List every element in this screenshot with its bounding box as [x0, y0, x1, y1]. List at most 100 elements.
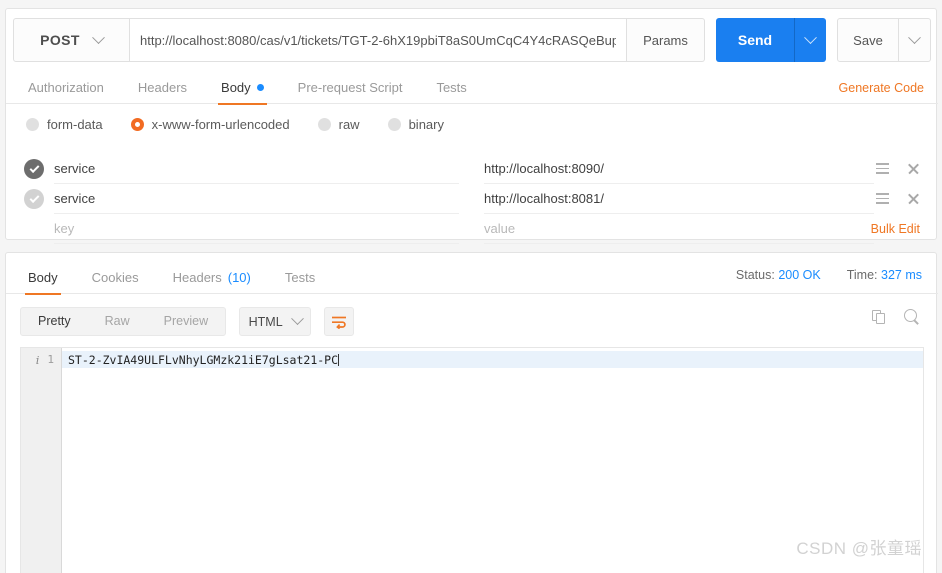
delete-row-icon[interactable]	[907, 162, 920, 175]
response-panel: Body Cookies Headers (10) Tests Status: …	[5, 252, 938, 573]
tab-headers[interactable]: Headers	[121, 71, 204, 104]
response-actions	[872, 309, 920, 325]
response-tab-cookies[interactable]: Cookies	[75, 261, 156, 294]
bulk-edit-link[interactable]: Bulk Edit	[871, 222, 920, 236]
send-button-group: Send	[716, 18, 826, 62]
value-placeholder: value	[484, 221, 516, 236]
send-button[interactable]: Send	[716, 18, 794, 62]
generate-code-link[interactable]: Generate Code	[839, 81, 924, 95]
row-actions	[876, 184, 920, 213]
params-button[interactable]: Params	[627, 18, 705, 62]
chevron-down-icon	[290, 312, 304, 326]
watermark: CSDN @张童瑶	[796, 539, 922, 558]
body-type-label: raw	[338, 117, 360, 132]
save-button[interactable]: Save	[837, 18, 899, 62]
postman-window: POST http://localhost:8080/cas/v1/ticket…	[0, 0, 942, 573]
chevron-down-icon	[91, 30, 105, 44]
row-actions	[876, 154, 920, 183]
tab-label: Authorization	[28, 79, 104, 95]
response-tab-headers[interactable]: Headers (10)	[156, 261, 268, 294]
body-type-label: binary	[408, 117, 444, 132]
radio-icon	[317, 118, 331, 131]
line-number: 1	[47, 353, 54, 366]
tab-label: Headers	[137, 79, 188, 95]
tab-authorization[interactable]: Authorization	[11, 71, 121, 104]
tab-tests[interactable]: Tests	[419, 71, 483, 104]
value-value: http://localhost:8090/	[484, 161, 604, 176]
view-mode-group: Pretty Raw Preview	[20, 307, 227, 336]
headers-count-badge: (10)	[227, 269, 251, 285]
status-indicator: Status: 200 OK	[736, 268, 821, 282]
row-menu-icon[interactable]	[876, 193, 889, 204]
http-method-selector[interactable]: POST	[13, 18, 130, 62]
view-mode-pretty[interactable]: Pretty	[21, 308, 88, 335]
delete-row-icon[interactable]	[907, 192, 920, 205]
tab-pre-request-script[interactable]: Pre-request Script	[281, 71, 420, 104]
view-mode-raw[interactable]: Raw	[88, 308, 147, 335]
tab-label: Body	[221, 79, 251, 95]
chevron-down-icon	[908, 30, 921, 44]
value-input[interactable]: value	[484, 215, 874, 244]
time-value: 327 ms	[881, 268, 922, 282]
table-row: service http://localhost:8081/	[24, 184, 920, 214]
url-bar: POST http://localhost:8080/cas/v1/ticket…	[13, 18, 931, 62]
code-line: ST-2-ZvIA49ULFLvNhyLGMzk21iE7gLsat21-PC	[62, 351, 923, 368]
key-input[interactable]: key	[54, 215, 459, 244]
response-tab-tests[interactable]: Tests	[268, 261, 332, 294]
key-input[interactable]: service	[54, 185, 459, 214]
search-icon[interactable]	[904, 309, 920, 325]
response-body-text: ST-2-ZvIA49ULFLvNhyLGMzk21iE7gLsat21-PC	[68, 352, 339, 367]
send-options-button[interactable]	[794, 18, 826, 62]
body-type-form-data[interactable]: form-data	[26, 117, 103, 132]
request-panel: POST http://localhost:8080/cas/v1/ticket…	[5, 8, 938, 244]
row-enabled-checkbox-placeholder[interactable]	[24, 219, 44, 239]
view-mode-preview[interactable]: Preview	[147, 308, 225, 335]
http-method-label: POST	[40, 32, 80, 48]
tab-label: Body	[28, 269, 58, 285]
save-button-group: Save	[837, 18, 931, 62]
response-format-label: HTML	[248, 314, 283, 329]
word-wrap-toggle[interactable]	[324, 307, 355, 336]
gutter-row: i 1	[21, 351, 61, 368]
info-icon[interactable]: i	[36, 353, 40, 367]
response-meta: Status: 200 OK Time: 327 ms	[736, 268, 922, 282]
table-row-empty: key value Bulk Edit	[24, 214, 920, 244]
response-tab-body[interactable]: Body	[11, 261, 75, 295]
url-input[interactable]: http://localhost:8080/cas/v1/tickets/TGT…	[130, 18, 627, 62]
tab-label: Cookies	[91, 269, 139, 285]
body-type-urlencoded[interactable]: x-www-form-urlencoded	[130, 117, 290, 132]
row-enabled-checkbox[interactable]	[24, 159, 44, 179]
time-indicator: Time: 327 ms	[847, 268, 922, 282]
response-body-content[interactable]: ST-2-ZvIA49ULFLvNhyLGMzk21iE7gLsat21-PC	[62, 348, 923, 573]
key-value: service	[54, 161, 96, 176]
response-format-selector[interactable]: HTML	[239, 307, 312, 336]
body-type-raw[interactable]: raw	[317, 117, 360, 132]
value-input[interactable]: http://localhost:8081/	[484, 185, 874, 214]
tab-label: Pre-request Script	[297, 79, 403, 95]
save-options-button[interactable]	[899, 18, 931, 62]
body-type-label: form-data	[47, 117, 103, 132]
key-input[interactable]: service	[54, 155, 459, 184]
body-modified-dot-icon	[256, 83, 264, 91]
status-label: Status:	[735, 268, 775, 282]
radio-selected-icon	[130, 118, 144, 131]
chevron-down-icon	[804, 30, 817, 44]
word-wrap-icon	[332, 316, 347, 329]
radio-icon	[26, 118, 39, 131]
line-number-gutter: i 1	[21, 348, 62, 573]
tab-body[interactable]: Body	[204, 71, 281, 105]
copy-icon[interactable]	[872, 309, 887, 325]
tab-label: Headers	[172, 269, 222, 285]
tab-label: Tests	[436, 79, 467, 95]
row-actions: Bulk Edit	[871, 214, 920, 243]
check-icon	[29, 162, 39, 173]
row-menu-icon[interactable]	[876, 163, 889, 174]
body-type-label: x-www-form-urlencoded	[151, 117, 290, 132]
body-type-binary[interactable]: binary	[387, 117, 444, 132]
row-enabled-checkbox[interactable]	[24, 189, 44, 209]
body-type-radio-group: form-data x-www-form-urlencoded raw bina…	[26, 117, 472, 132]
response-view-toolbar: Pretty Raw Preview HTML	[20, 307, 355, 336]
response-body-viewer: i 1 ST-2-ZvIA49ULFLvNhyLGMzk21iE7gLsat21…	[20, 347, 924, 573]
value-input[interactable]: http://localhost:8090/	[484, 155, 874, 184]
status-value: 200 OK	[778, 268, 821, 282]
